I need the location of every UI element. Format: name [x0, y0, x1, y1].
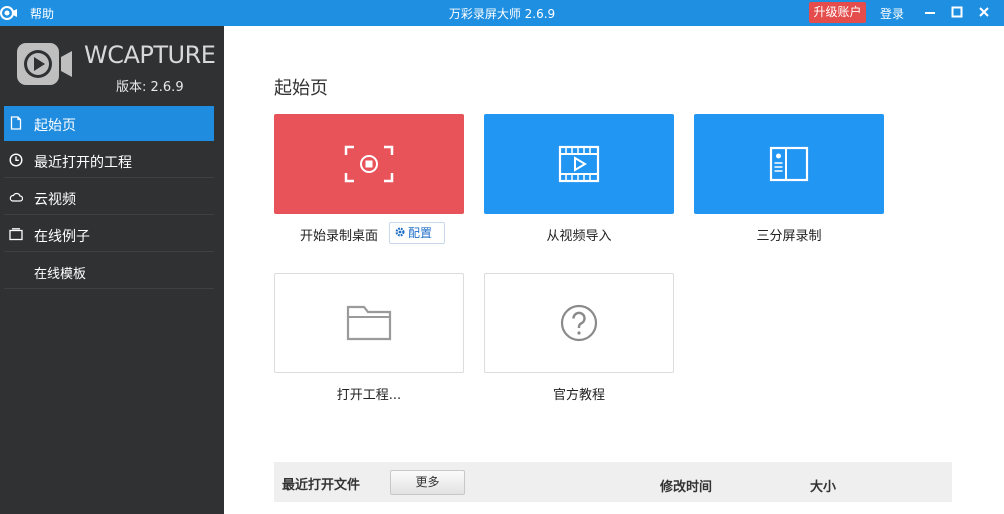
modified-time-column-header[interactable]: 修改时间: [660, 476, 712, 495]
version-label: 版本: 2.6.9: [116, 80, 184, 95]
wcapture-logo-icon: [17, 41, 73, 87]
clock-icon: [9, 153, 23, 167]
open-project-label: 打开工程...: [336, 388, 402, 403]
cloud-icon: [9, 190, 24, 204]
sidebar-item-label: 在线模板: [34, 267, 87, 282]
config-button[interactable]: 配置: [389, 222, 445, 244]
close-icon[interactable]: [976, 4, 992, 20]
open-project-tile[interactable]: [274, 273, 464, 373]
title-bar: 帮助 万彩录屏大师 2.6.9 升级账户 登录: [0, 0, 1004, 26]
three-split-screen-label: 三分屏录制: [756, 229, 822, 244]
sidebar-item-label: 起始页: [34, 118, 76, 134]
size-column-header[interactable]: 大小: [810, 476, 836, 495]
gear-icon: [394, 224, 406, 237]
official-tutorial-tile[interactable]: [484, 273, 674, 373]
folder-icon: [346, 305, 392, 341]
official-tutorial-label: 官方教程: [552, 388, 605, 403]
maximize-icon[interactable]: [949, 4, 965, 20]
help-circle-icon: [560, 304, 598, 342]
sidebar-item-cloud-video[interactable]: 云视频: [4, 180, 214, 215]
sidebar-item-label: 最近打开的工程: [34, 155, 132, 171]
start-record-desktop-tile[interactable]: [274, 114, 464, 214]
sidebar-item-online-templates[interactable]: 在线模板: [4, 254, 214, 289]
import-from-video-tile[interactable]: [484, 114, 674, 214]
upgrade-account-button[interactable]: 升级账户: [809, 2, 866, 23]
sidebar-item-online-examples[interactable]: 在线例子: [4, 217, 214, 252]
start-record-desktop-label: 开始录制桌面: [299, 229, 378, 244]
folder-tab-icon: [9, 227, 23, 241]
sidebar-item-start-page[interactable]: 起始页: [4, 106, 214, 141]
login-button[interactable]: 登录: [880, 5, 904, 22]
recent-files-header: 最近打开文件 更多 修改时间 大小: [274, 462, 952, 502]
more-button[interactable]: 更多: [390, 470, 465, 495]
import-from-video-label: 从视频导入: [546, 229, 612, 244]
split-screen-icon: [769, 146, 809, 182]
logo-area: WCAPTURE 版本: 2.6.9: [0, 26, 224, 106]
page-title: 起始页: [274, 78, 328, 99]
minimize-icon[interactable]: [922, 4, 938, 20]
page-icon: [9, 116, 23, 130]
main-content: 起始页 开始录制桌面 配置 从视频导入 三分屏录制 打开工程... 官方教程 最…: [224, 26, 1004, 514]
record-screen-icon: [344, 145, 394, 183]
three-split-screen-record-tile[interactable]: [694, 114, 884, 214]
sidebar: WCAPTURE 版本: 2.6.9 起始页 最近打开的工程 云视频 在线例子 …: [0, 26, 224, 514]
sidebar-item-label: 在线例子: [34, 229, 90, 245]
recent-files-title: 最近打开文件: [282, 478, 361, 493]
logo-text: WCAPTURE: [84, 41, 216, 69]
sidebar-item-label: 云视频: [34, 192, 76, 208]
film-play-icon: [558, 145, 600, 183]
sidebar-item-recent-projects[interactable]: 最近打开的工程: [4, 143, 214, 178]
config-label: 配置: [408, 226, 433, 240]
